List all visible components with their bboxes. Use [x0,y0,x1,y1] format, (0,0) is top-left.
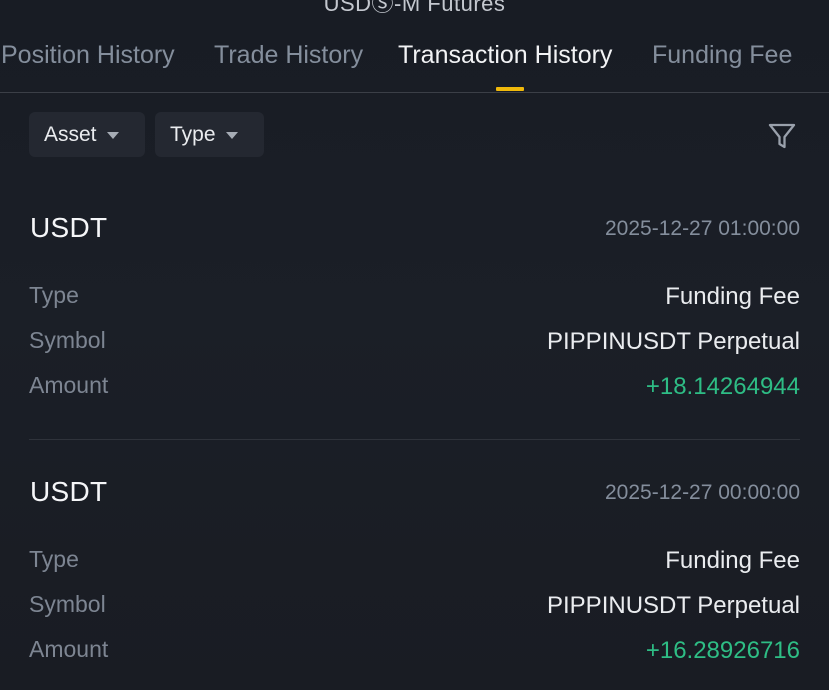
symbol-label: Symbol [29,591,106,617]
caret-down-icon [106,132,119,139]
amount-value: +18.14264944 [645,373,800,400]
asset-filter-label: Asset [44,122,97,146]
transaction-time: 2025-12-27 00:00:00 [605,481,800,504]
transaction-time: 2025-12-27 01:00:00 [605,217,800,240]
transaction-card[interactable]: USDT 2025-12-27 00:00:00 Type Funding Fe… [0,476,829,690]
type-label: Type [29,282,79,308]
transaction-card[interactable]: USDT 2025-12-27 01:00:00 Type Funding Fe… [0,212,829,442]
funnel-icon[interactable] [766,120,798,152]
page-title: USDⓈ-M Futures [323,0,506,16]
tab-trade-history[interactable]: Trade History [214,41,363,70]
type-filter-dropdown[interactable]: Type [155,112,264,157]
type-filter-label: Type [170,122,216,146]
type-value: Funding Fee [665,283,800,310]
card-divider [29,439,800,440]
amount-value: +16.28926716 [645,637,800,664]
transaction-history-screen: USDⓈ-M Futures Position History Trade Hi… [0,0,829,690]
asset-filter-dropdown[interactable]: Asset [29,112,145,157]
amount-label: Amount [29,636,109,662]
symbol-label: Symbol [29,327,106,353]
tab-position-history[interactable]: Position History [1,41,175,70]
active-tab-indicator [496,87,524,91]
transaction-asset: USDT [30,476,108,507]
symbol-value: PIPPINUSDT Perpetual [547,592,800,619]
history-tabs: Position History Trade History Transacti… [0,38,829,93]
tab-funding-fee[interactable]: Funding Fee [652,41,792,70]
caret-down-icon [225,132,238,139]
filter-bar: Asset Type [0,112,829,157]
type-label: Type [29,546,79,572]
amount-label: Amount [29,372,109,398]
transaction-asset: USDT [30,212,108,243]
tab-transaction-history[interactable]: Transaction History [398,41,612,70]
type-value: Funding Fee [665,547,800,574]
symbol-value: PIPPINUSDT Perpetual [547,328,800,355]
